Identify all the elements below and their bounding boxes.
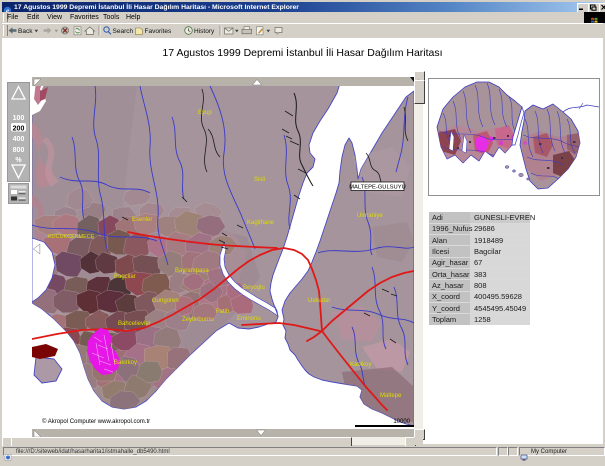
- svg-text:Eyup: Eyup: [198, 110, 212, 116]
- svg-text:%: %: [15, 157, 22, 164]
- svg-text:100: 100: [13, 115, 25, 122]
- svg-text:Bahcelievler: Bahcelievler: [118, 321, 151, 327]
- svg-text:Zeytinburnu: Zeytinburnu: [182, 317, 214, 323]
- svg-text:200: 200: [13, 126, 25, 133]
- svg-text:KUCUKCEKMECE: KUCUKCEKMECE: [48, 234, 95, 240]
- svg-text:10000: 10000: [393, 419, 410, 425]
- svg-text:Search: Search: [113, 28, 134, 35]
- svg-text:Sisli: Sisli: [254, 177, 265, 183]
- svg-text:Gungoren: Gungoren: [152, 298, 179, 304]
- svg-text:History: History: [194, 28, 215, 35]
- svg-text:Favorites: Favorites: [145, 28, 172, 35]
- svg-text:MALTEPE-GULSUYU: MALTEPE-GULSUYU: [349, 185, 406, 191]
- svg-text:400: 400: [13, 136, 25, 143]
- svg-text:Kadikoy: Kadikoy: [350, 362, 371, 368]
- svg-text:800: 800: [13, 147, 25, 154]
- svg-text:Fatih: Fatih: [216, 309, 229, 315]
- svg-text:Maltepe: Maltepe: [380, 393, 402, 399]
- svg-text:Beyoglu: Beyoglu: [243, 285, 265, 291]
- svg-text:Bayrampasa: Bayrampasa: [175, 268, 209, 274]
- svg-text:© Akropol Computer www.akropol: © Akropol Computer www.akropol.com.tr: [42, 418, 150, 425]
- svg-text:Bagcilar: Bagcilar: [114, 274, 136, 280]
- svg-text:Back: Back: [18, 28, 33, 35]
- svg-text:Umraniye: Umraniye: [357, 213, 383, 219]
- svg-text:Uskudar: Uskudar: [308, 298, 330, 304]
- svg-text:Kagithane: Kagithane: [247, 220, 275, 226]
- svg-text:Bakirkoy: Bakirkoy: [114, 360, 137, 366]
- svg-text:Esenler: Esenler: [132, 217, 152, 223]
- svg-text:Eminonu: Eminonu: [237, 316, 261, 322]
